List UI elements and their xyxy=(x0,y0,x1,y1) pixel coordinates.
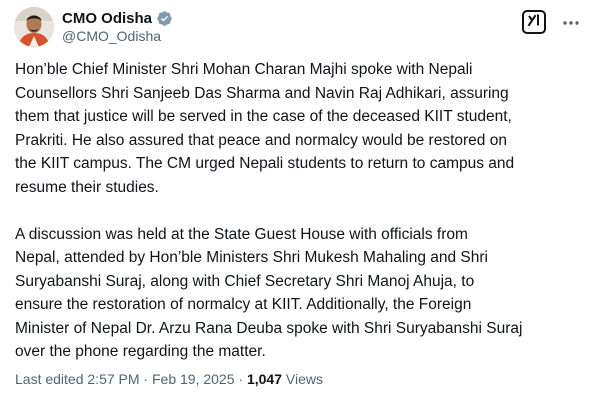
tweet-text-line: Nepal, attended by Hon’ble Ministers Shr… xyxy=(15,249,488,266)
tweet-text-line: ensure the restoration of normalcy at KI… xyxy=(15,296,472,313)
more-icon xyxy=(562,13,580,31)
edited-label[interactable]: Last edited xyxy=(15,371,84,387)
tweet-text-line: Counsellors Shri Sanjeeb Das Sharma and … xyxy=(15,84,509,102)
views-count: 1,047 xyxy=(246,371,282,387)
author-name-row: CMO Odisha xyxy=(62,8,173,28)
avatar-image xyxy=(14,7,54,47)
views-label: Views xyxy=(285,371,323,387)
author-handle[interactable]: @CMO_Odisha xyxy=(62,28,161,44)
tweet-text-line: the KIIT campus. The CM urged Nepali stu… xyxy=(15,155,515,172)
tweet-text: Hon’ble Chief Minister Shri Mohan Charan… xyxy=(15,58,595,364)
grok-icon xyxy=(527,13,541,32)
author-display-name[interactable]: CMO Odisha xyxy=(62,10,152,27)
tweet-text-line: resume their studies. xyxy=(15,178,159,196)
tweet-text-line: Minister of Nepal Dr. Arzu Rana Deuba sp… xyxy=(15,319,523,337)
tweet-text-line: Hon’ble Chief Minister Shri Mohan Charan… xyxy=(15,61,473,78)
tweet-text-line: A discussion was held at the State Guest… xyxy=(15,225,468,243)
tweet-meta: Last edited 2:57 PM · Feb 19, 2025 · 1,0… xyxy=(15,371,323,387)
tweet-text-line: Suryabanshi Suraj, along with Chief Secr… xyxy=(15,272,475,290)
tweet-paragraph-1: Hon’ble Chief Minister Shri Mohan Charan… xyxy=(15,58,595,199)
meta-separator: · xyxy=(238,371,244,387)
tweet-date[interactable]: Feb 19, 2025 xyxy=(152,371,235,387)
tweet-time[interactable]: 2:57 PM xyxy=(87,371,139,387)
meta-separator: · xyxy=(143,371,149,387)
avatar[interactable] xyxy=(14,7,54,47)
verified-badge-icon xyxy=(156,10,173,27)
tweet-paragraph-2: A discussion was held at the State Guest… xyxy=(15,223,595,364)
tweet-text-line: them that justice will be served in the … xyxy=(15,108,512,125)
tweet-text-line: Prakriti. He also assured that peace and… xyxy=(15,131,507,149)
grok-button[interactable] xyxy=(522,10,546,34)
tweet-text-line: over the phone regarding the matter. xyxy=(15,343,266,360)
more-options-button[interactable] xyxy=(558,10,584,34)
